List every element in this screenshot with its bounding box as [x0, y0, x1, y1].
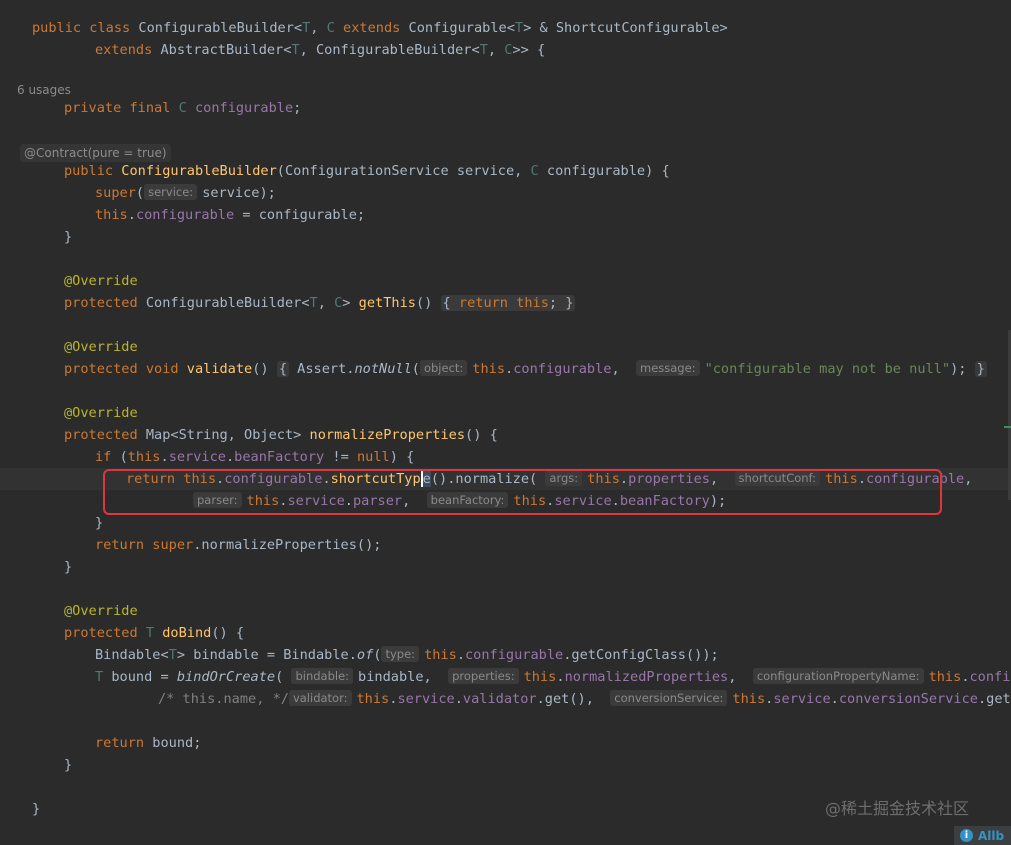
code-line-close-class[interactable]: } — [32, 798, 40, 820]
code-line-close-constructor[interactable]: } — [64, 226, 72, 248]
code-line-return-super[interactable]: return super.normalizeProperties(); — [95, 534, 381, 556]
notification-text: Allb — [978, 828, 1005, 843]
code-line-close-dobind[interactable]: } — [64, 754, 72, 776]
param-hint-configuration-property-name: configurationPropertyName: — [752, 668, 924, 684]
code-line-close-normalize[interactable]: } — [64, 556, 72, 578]
code-line-extends[interactable]: extends AbstractBuilder<T, ConfigurableB… — [95, 39, 545, 61]
param-hint-message: message: — [636, 360, 700, 376]
code-line-super[interactable]: super(service: service); — [95, 182, 276, 204]
code-line-bound[interactable]: T bound = bindOrCreate( bindable: bindabl… — [95, 666, 1011, 688]
param-hint-service: service: — [144, 184, 198, 200]
code-line-override-1[interactable]: @Override — [64, 270, 138, 292]
usages-hint[interactable]: 6 usages — [17, 81, 71, 99]
code-line-getthis[interactable]: protected ConfigurableBuilder<T, C> getT… — [64, 292, 576, 314]
info-icon: i — [960, 829, 973, 842]
param-hint-validator: validator: — [288, 690, 352, 706]
code-line-assign[interactable]: this.configurable = configurable; — [95, 204, 365, 226]
string-null-message: "configurable may not be null" — [704, 361, 951, 377]
param-hint-properties: properties: — [448, 668, 519, 684]
code-line-validate[interactable]: protected void validate() { Assert.notNu… — [64, 358, 987, 380]
code-line-close-if[interactable]: } — [95, 512, 103, 534]
code-line-dobind[interactable]: protected T doBind() { — [64, 622, 244, 644]
watermark: @稀土掘金技术社区 — [825, 799, 970, 818]
scrollbar-change-marker[interactable] — [1004, 426, 1011, 428]
red-highlight-box — [103, 469, 942, 515]
code-line-normalize[interactable]: protected Map<String, Object> normalizeP… — [64, 424, 498, 446]
code-line-override-4[interactable]: @Override — [64, 600, 138, 622]
code-line-override-3[interactable]: @Override — [64, 402, 138, 424]
param-hint-bindable: bindable: — [291, 668, 354, 684]
code-line-override-2[interactable]: @Override — [64, 336, 138, 358]
param-hint-object: object: — [419, 360, 468, 376]
notification-bar[interactable]: i Allb — [954, 826, 1011, 845]
param-hint-conversion-service: conversionService: — [610, 690, 728, 706]
param-hint-type: type: — [381, 646, 420, 662]
code-line-return-bound[interactable]: return bound; — [95, 732, 201, 754]
code-line-bindable[interactable]: Bindable<T> bindable = Bindable.of(type:… — [95, 644, 719, 666]
code-line-constructor[interactable]: public ConfigurableBuilder(Configuration… — [64, 160, 670, 182]
code-line-field[interactable]: private final C configurable; — [64, 97, 301, 119]
code-line-if[interactable]: if (this.service.beanFactory != null) { — [95, 446, 414, 468]
code-editor[interactable]: public class ConfigurableBuilder<T, C ex… — [0, 0, 1011, 845]
code-line-bound-cont[interactable]: /* this.name, */validator: this.service.v… — [158, 688, 1011, 710]
code-line-class-decl[interactable]: public class ConfigurableBuilder<T, C ex… — [32, 17, 728, 39]
